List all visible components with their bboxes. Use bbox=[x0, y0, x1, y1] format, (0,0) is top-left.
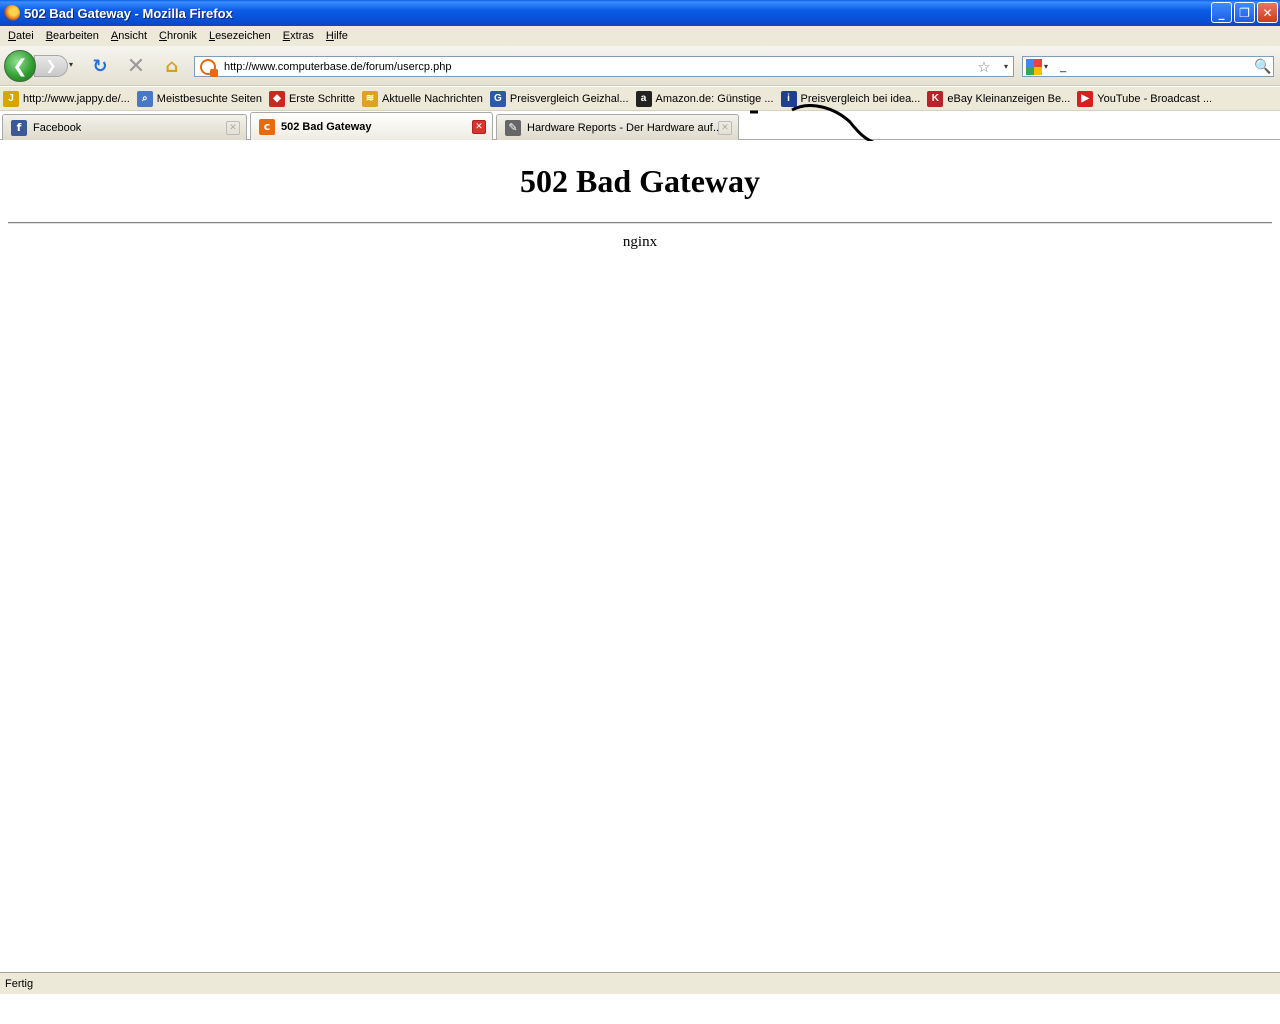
tab-label: 502 Bad Gateway bbox=[281, 120, 372, 133]
youtube-icon: ▶ bbox=[1077, 90, 1094, 107]
firefox-icon: ◆ bbox=[268, 90, 285, 107]
bookmark-label: Amazon.de: Günstige ... bbox=[655, 92, 774, 105]
amazon-icon: a bbox=[635, 90, 652, 107]
minimize-button[interactable]: _ bbox=[1211, 2, 1232, 23]
tab-502-bad-gateway[interactable]: c 502 Bad Gateway ✕ bbox=[250, 112, 493, 140]
back-forward-group: ❯ ❮ ▾ bbox=[4, 50, 80, 82]
facebook-icon: f bbox=[11, 119, 27, 136]
status-bar: Fertig bbox=[0, 972, 1280, 994]
window-controls: _ ❐ ✕ bbox=[1211, 2, 1278, 23]
search-bar[interactable]: ▾ _ 🔍 bbox=[1022, 56, 1274, 77]
tab-close-button[interactable]: ✕ bbox=[718, 120, 732, 135]
folder-search-icon: ⌕ bbox=[136, 90, 153, 107]
tab-close-button[interactable]: ✕ bbox=[472, 119, 486, 134]
history-dropdown-icon[interactable]: ▾ bbox=[69, 60, 73, 69]
tab-close-button[interactable]: ✕ bbox=[226, 120, 240, 135]
bookmark-label: Meistbesuchte Seiten bbox=[156, 92, 262, 105]
bookmark-meistbesuchte-seiten[interactable]: ⌕ Meistbesuchte Seiten bbox=[136, 90, 262, 107]
menu-bar: Datei Bearbeiten Ansicht Chronik Lesezei… bbox=[0, 26, 1280, 46]
tab-label: Hardware Reports - Der Hardware auf... bbox=[527, 121, 718, 134]
menu-datei[interactable]: Datei bbox=[2, 30, 40, 42]
server-signature: nginx bbox=[622, 234, 658, 250]
url-input[interactable]: http://www.computerbase.de/forum/usercp.… bbox=[224, 61, 975, 73]
bookmark-jappy[interactable]: J http://www.jappy.de/... bbox=[3, 90, 130, 107]
home-icon[interactable]: ⌂ bbox=[160, 54, 184, 78]
url-history-dropdown-icon[interactable]: ▾ bbox=[999, 62, 1013, 71]
tab-facebook[interactable]: f Facebook ✕ bbox=[2, 114, 247, 140]
search-input[interactable]: _ bbox=[1054, 61, 1253, 73]
menu-lesezeichen[interactable]: Lesezeichen bbox=[203, 30, 277, 42]
engine-dropdown-icon[interactable]: ▾ bbox=[1044, 62, 1054, 71]
bookmarks-toolbar: J http://www.jappy.de/... ⌕ Meistbesucht… bbox=[0, 87, 1280, 111]
error-heading: 502 Bad Gateway bbox=[520, 163, 760, 199]
restore-button[interactable]: ❐ bbox=[1234, 2, 1255, 23]
desktop-strip bbox=[0, 994, 1280, 1024]
close-window-button[interactable]: ✕ bbox=[1257, 2, 1278, 23]
kleinanzeigen-icon: K bbox=[927, 90, 944, 107]
forward-button[interactable]: ❯ bbox=[34, 55, 68, 77]
tab-label: Facebook bbox=[33, 121, 82, 134]
bookmark-aktuelle-nachrichten[interactable]: ≋ Aktuelle Nachrichten bbox=[362, 90, 483, 107]
url-bar[interactable]: http://www.computerbase.de/forum/usercp.… bbox=[194, 56, 1014, 77]
menu-bearbeiten[interactable]: Bearbeiten bbox=[40, 30, 105, 42]
menu-hilfe[interactable]: Hilfe bbox=[320, 30, 354, 42]
title-bar: 502 Bad Gateway - Mozilla Firefox _ ❐ ✕ bbox=[0, 0, 1280, 26]
bookmark-label: Erste Schritte bbox=[288, 92, 355, 105]
bookmark-label: Aktuelle Nachrichten bbox=[382, 92, 483, 105]
jappy-icon: J bbox=[3, 90, 19, 107]
navigation-toolbar: ❯ ❮ ▾ ↻ ✕ ⌂ http://www.computerbase.de/f… bbox=[0, 46, 1280, 86]
bookmark-geizhals[interactable]: G Preisvergleich Geizhal... bbox=[489, 90, 629, 107]
window-title: 502 Bad Gateway - Mozilla Firefox bbox=[24, 5, 233, 21]
bookmark-youtube[interactable]: ▶ YouTube - Broadcast ... bbox=[1077, 90, 1213, 107]
site-identity-icon[interactable] bbox=[200, 58, 218, 77]
bookmark-erste-schritte[interactable]: ◆ Erste Schritte bbox=[268, 90, 355, 107]
bookmark-ebay-kleinanzeigen[interactable]: K eBay Kleinanzeigen Be... bbox=[927, 90, 1071, 107]
bookmark-label: YouTube - Broadcast ... bbox=[1097, 92, 1213, 105]
hardware-reports-icon: ✎ bbox=[505, 119, 521, 136]
tab-hardware-reports[interactable]: ✎ Hardware Reports - Der Hardware auf...… bbox=[496, 114, 739, 140]
back-button[interactable]: ❮ bbox=[4, 50, 36, 82]
search-go-icon[interactable]: 🔍 bbox=[1253, 59, 1273, 75]
bookmark-label: eBay Kleinanzeigen Be... bbox=[947, 92, 1071, 105]
bookmark-star-icon[interactable]: ☆ bbox=[975, 58, 993, 76]
divider bbox=[8, 222, 1272, 224]
stop-icon[interactable]: ✕ bbox=[124, 54, 148, 79]
bookmark-label: Preisvergleich Geizhal... bbox=[509, 92, 629, 105]
computerbase-icon: c bbox=[259, 118, 275, 135]
bookmark-label: http://www.jappy.de/... bbox=[23, 92, 130, 105]
firefox-logo-icon bbox=[4, 5, 20, 21]
page-content: 502 Bad Gateway nginx bbox=[0, 141, 1280, 972]
geizhals-icon: G bbox=[489, 90, 506, 107]
tab-strip: f Facebook ✕ c 502 Bad Gateway ✕ ✎ Hardw… bbox=[0, 112, 1280, 140]
status-text: Fertig bbox=[5, 977, 34, 990]
menu-ansicht[interactable]: Ansicht bbox=[105, 30, 153, 42]
reload-icon[interactable]: ↻ bbox=[88, 54, 112, 78]
menu-extras[interactable]: Extras bbox=[277, 30, 320, 42]
bookmark-label: Preisvergleich bei idea... bbox=[800, 92, 921, 105]
menu-chronik[interactable]: Chronik bbox=[153, 30, 203, 42]
google-engine-icon[interactable] bbox=[1026, 58, 1042, 75]
rss-folder-icon: ≋ bbox=[362, 90, 378, 107]
